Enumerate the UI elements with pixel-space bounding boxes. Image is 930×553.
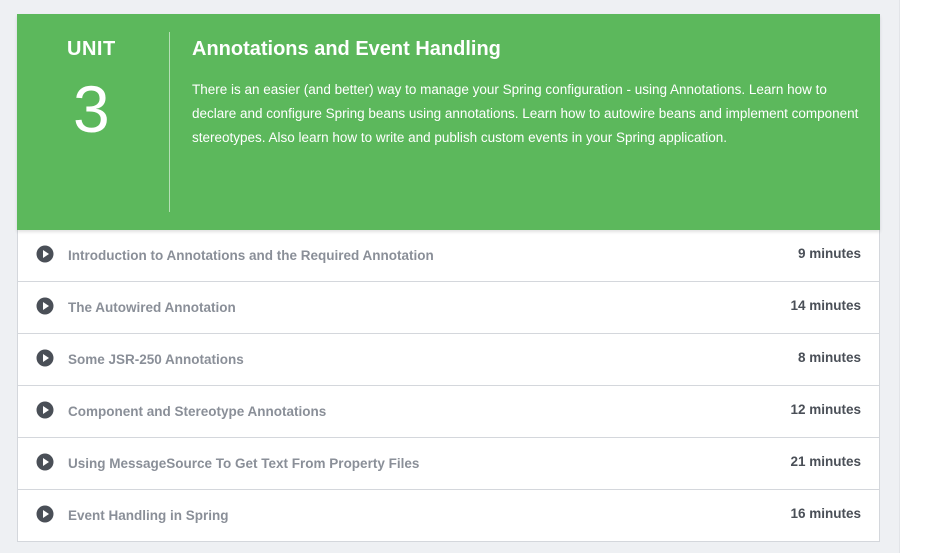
lesson-list: Introduction to Annotations and the Requ…: [17, 230, 880, 542]
lesson-title[interactable]: Component and Stereotype Annotations: [68, 404, 326, 419]
play-circle-icon: [36, 245, 54, 263]
lesson-duration: 21 minutes: [790, 454, 861, 469]
play-circle-icon: [36, 349, 54, 367]
lesson-duration: 16 minutes: [790, 506, 861, 521]
lesson-title[interactable]: The Autowired Annotation: [68, 300, 236, 315]
lesson-duration: 14 minutes: [790, 298, 861, 313]
unit-title: Annotations and Event Handling: [192, 38, 501, 60]
lesson-duration: 9 minutes: [797, 246, 861, 261]
unit-divider: [169, 32, 170, 212]
lesson-row[interactable]: Component and Stereotype Annotations 12 …: [18, 386, 879, 438]
lesson-duration: 8 minutes: [797, 350, 861, 365]
lesson-title[interactable]: Some JSR-250 Annotations: [68, 352, 244, 367]
play-circle-icon: [36, 401, 54, 419]
lesson-row[interactable]: Introduction to Annotations and the Requ…: [18, 230, 879, 282]
unit-number: 3: [73, 72, 110, 146]
unit-label: UNIT: [67, 38, 116, 60]
lesson-title[interactable]: Event Handling in Spring: [68, 508, 229, 523]
lesson-title[interactable]: Using MessageSource To Get Text From Pro…: [68, 456, 419, 471]
unit-card: UNIT 3 Annotations and Event Handling Th…: [17, 14, 880, 542]
play-circle-icon: [36, 297, 54, 315]
unit-description: There is an easier (and better) way to m…: [192, 82, 859, 145]
unit-header: UNIT 3 Annotations and Event Handling Th…: [17, 14, 880, 230]
lesson-row[interactable]: Using MessageSource To Get Text From Pro…: [18, 438, 879, 490]
play-circle-icon: [36, 505, 54, 523]
lesson-row[interactable]: Some JSR-250 Annotations 8 minutes: [18, 334, 879, 386]
lesson-duration: 12 minutes: [790, 402, 861, 417]
right-side-panel: [899, 0, 930, 553]
play-circle-icon: [36, 453, 54, 471]
lesson-title[interactable]: Introduction to Annotations and the Requ…: [68, 248, 434, 263]
lesson-row[interactable]: Event Handling in Spring 16 minutes: [18, 490, 879, 542]
lesson-row[interactable]: The Autowired Annotation 14 minutes: [18, 282, 879, 334]
